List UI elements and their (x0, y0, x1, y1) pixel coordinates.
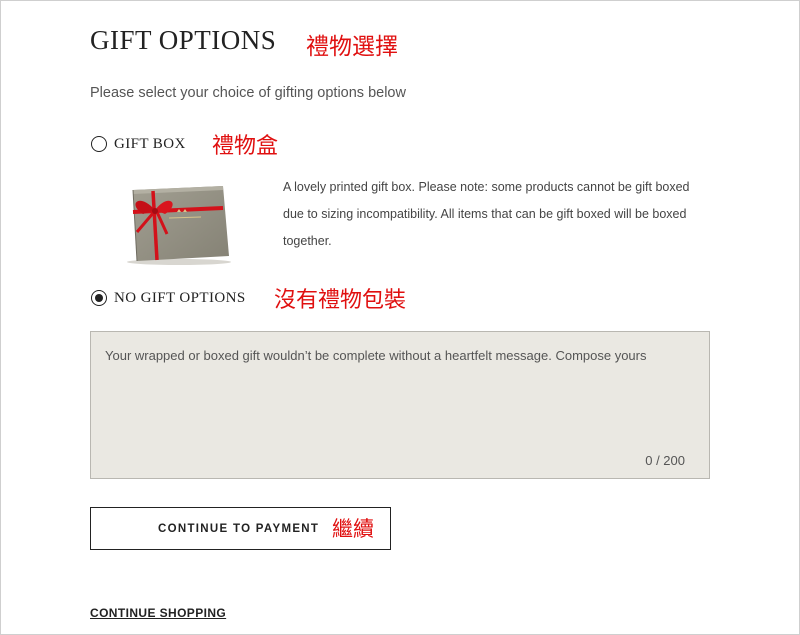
gift-message-textarea[interactable]: Your wrapped or boxed gift wouldn’t be c… (90, 331, 710, 479)
gift-box-description: A lovely printed gift box. Please note: … (283, 180, 690, 248)
ribbon-knot (152, 208, 158, 214)
annotation-no-gift: 沒有禮物包裝 (274, 288, 407, 313)
box-front (133, 186, 229, 261)
option-label-gift-box[interactable]: GIFT BOX (114, 136, 186, 153)
annotation-title: 禮物選擇 (306, 34, 398, 60)
radio-gift-box[interactable] (91, 136, 107, 152)
page-title: GIFT OPTIONS (90, 25, 277, 55)
gift-message-placeholder: Your wrapped or boxed gift wouldn’t be c… (105, 348, 647, 363)
option-label-no-gift-options[interactable]: NO GIFT OPTIONS (114, 290, 246, 307)
annotation-continue: 繼續 (332, 517, 374, 541)
page-subtitle: Please select your choice of gifting opt… (90, 85, 406, 101)
continue-shopping-link[interactable]: CONTINUE SHOPPING (90, 606, 226, 620)
radio-no-gift-options[interactable] (91, 290, 107, 306)
continue-button-label: CONTINUE TO PAYMENT (158, 523, 320, 535)
annotation-gift-box: 禮物盒 (212, 134, 279, 159)
gift-box-image (127, 186, 231, 265)
page-frame: GIFT OPTIONS 禮物選擇 Please select your cho… (0, 0, 800, 635)
character-counter: 0 / 200 (645, 453, 685, 468)
